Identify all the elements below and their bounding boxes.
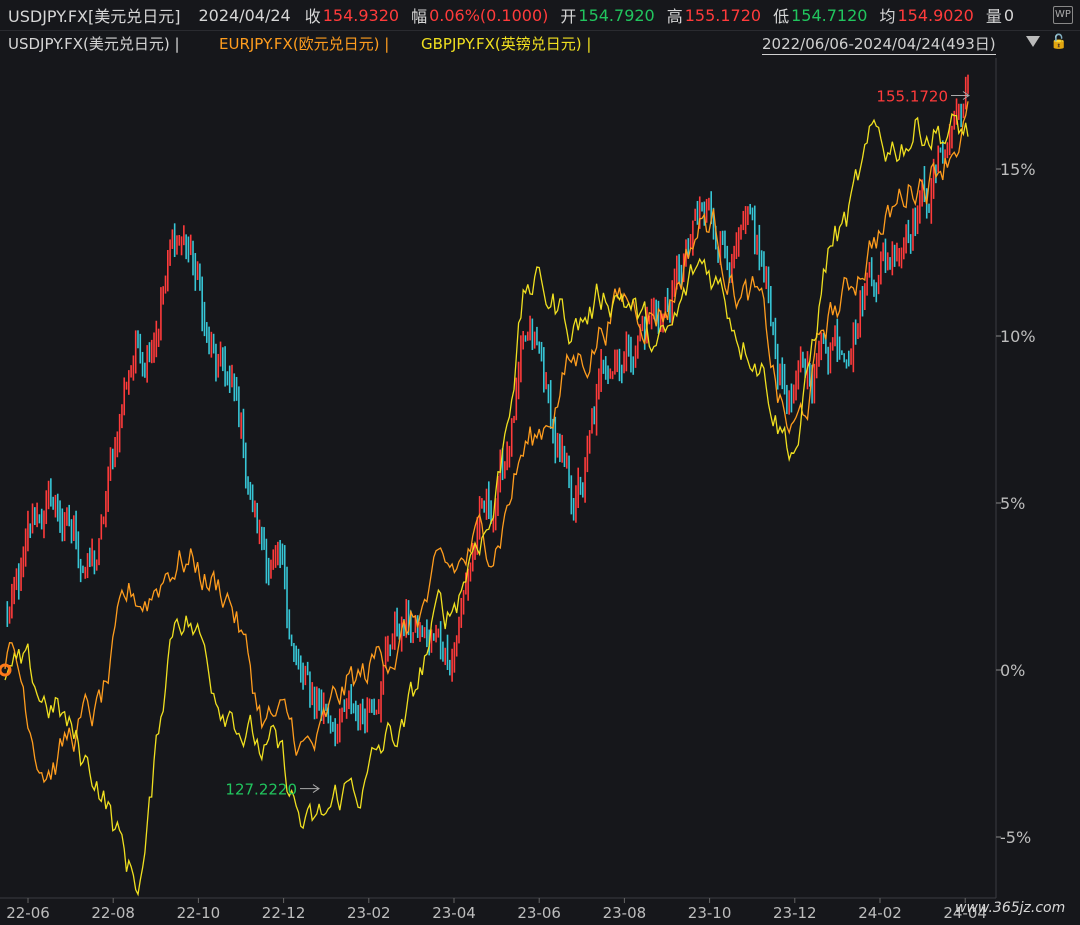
x-tick-label: 23-04 — [432, 904, 476, 922]
y-tick-label: 10% — [1000, 327, 1036, 346]
min-price-label: 127.2220 — [225, 781, 297, 799]
x-tick-label: 22-08 — [91, 904, 135, 922]
y-tick-label: 0% — [1000, 661, 1025, 680]
x-tick-label: 22-10 — [177, 904, 221, 922]
x-tick-label: 22-06 — [6, 904, 50, 922]
max-price-label: 155.1720 — [876, 88, 948, 106]
start-marker — [0, 663, 12, 677]
chart-canvas[interactable]: 15% 10% 5% 0% -5% 22-06 22-08 22-10 22-12 23-02 23… — [0, 0, 1080, 925]
x-tick-label: 23-08 — [603, 904, 647, 922]
x-tick-label: 24-02 — [858, 904, 902, 922]
x-tick-label: 22-12 — [262, 904, 306, 922]
y-tick-label: 15% — [1000, 160, 1036, 179]
x-tick-label: 23-12 — [773, 904, 817, 922]
y-tick-label: -5% — [1000, 828, 1031, 847]
y-tick-label: 5% — [1000, 494, 1025, 513]
watermark-text: www.365jz.com — [955, 900, 1066, 916]
x-tick-label: 23-06 — [517, 904, 561, 922]
eurjpy-line — [4, 101, 969, 784]
x-tick-label: 23-02 — [347, 904, 391, 922]
x-tick-label: 23-10 — [688, 904, 732, 922]
